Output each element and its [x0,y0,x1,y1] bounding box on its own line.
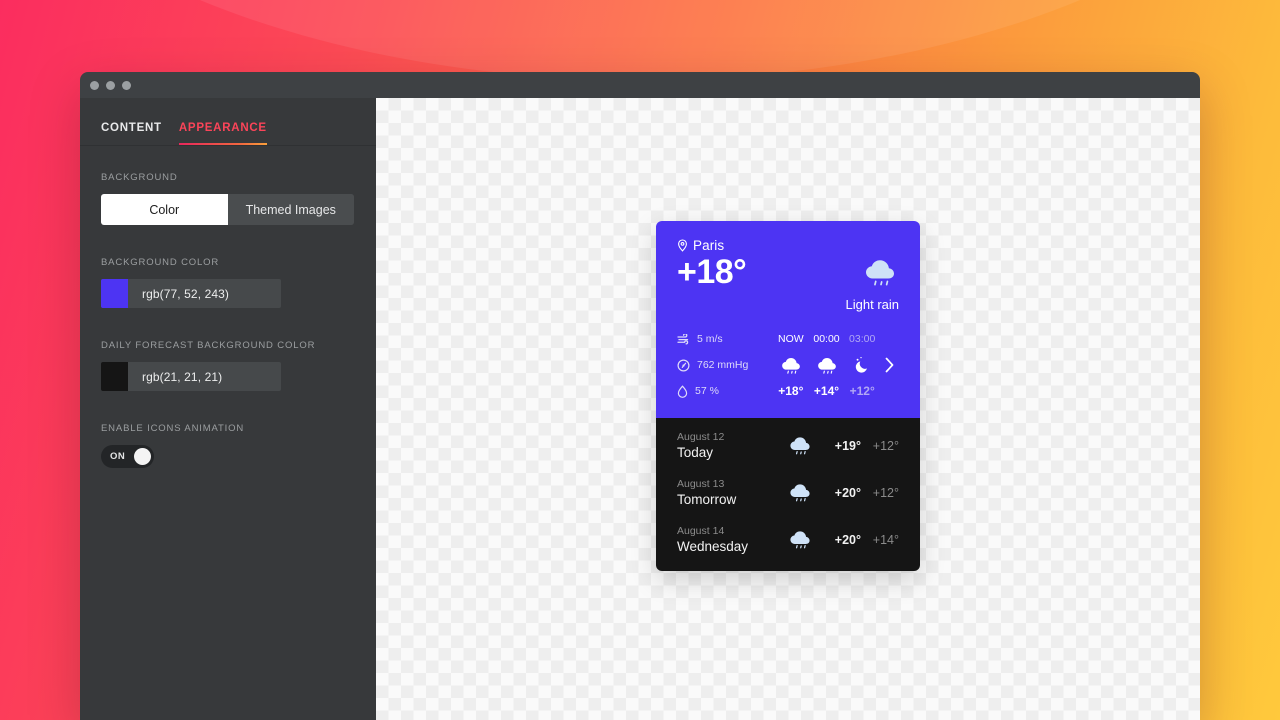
background-label: BACKGROUND [101,172,178,183]
background-type-segmented-control[interactable]: Color Themed Images [101,194,354,225]
widget-current-section: Paris +18° Light rain 5 m/s 762 mmHg 57 … [656,221,920,418]
day-name: Tomorrow [677,492,737,507]
daily-forecast-color-value: rgb(21, 21, 21) [142,369,223,384]
weather-widget[interactable]: Paris +18° Light rain 5 m/s 762 mmHg 57 … [656,221,920,571]
metric-humidity-value: 57 % [695,385,719,397]
hour-icon-wrapper [853,352,872,378]
window-maximize-button[interactable] [122,80,131,90]
hour-time: 00:00 [813,333,840,345]
day-high-temperature: +20° [834,485,861,500]
metric-wind: 5 m/s [677,326,773,352]
widget-hourly-forecast: 5 m/s 762 mmHg 57 % NOW +18° 00:00 +14° … [677,326,899,404]
hour-column-0000[interactable]: 00:00 +14° [809,326,845,404]
segment-color[interactable]: Color [101,194,228,225]
pressure-icon [677,358,690,372]
location-pin-icon [678,239,687,252]
widget-hour-columns: NOW +18° 00:00 +14° 03:00 +12° [773,326,880,404]
day-high-temperature: +20° [834,532,861,547]
rain-cloud-icon [790,531,810,549]
day-labels: August 13 Tomorrow [677,478,779,507]
rain-cloud-icon [817,357,836,374]
widget-metrics-column: 5 m/s 762 mmHg 57 % [677,326,773,404]
daily-forecast-color-swatch[interactable] [101,362,128,391]
rain-cloud-icon [781,357,800,374]
moon-icon [855,356,867,373]
table-row[interactable]: August 14 Wednesday +20° +14° [656,516,920,563]
hour-column-now[interactable]: NOW +18° [773,326,809,404]
day-date: August 13 [677,478,725,490]
widget-current-temperature: +18° [677,253,747,291]
day-low-temperature: +12° [872,438,899,453]
rain-cloud-icon [790,437,810,455]
daily-forecast-background-color-field[interactable]: rgb(21, 21, 21) [101,362,281,391]
window-close-button[interactable] [90,80,99,90]
hour-temperature: +18° [778,384,804,398]
widget-city-name: Paris [693,238,725,253]
tab-content[interactable]: CONTENT [101,122,162,145]
day-name: Today [677,445,714,460]
settings-sidebar: CONTENT APPEARANCE BACKGROUND Color Them… [80,98,376,720]
rain-cloud-icon [866,260,894,286]
background-arc-decoration [0,0,1280,80]
widget-condition-text: Light rain [845,297,899,312]
day-icon-wrapper [779,528,821,551]
hour-temperature: +14° [813,384,840,398]
metric-pressure-value: 762 mmHg [697,359,749,371]
background-color-swatch[interactable] [101,279,128,308]
day-labels: August 14 Wednesday [677,525,779,554]
widget-condition-block: Light rain [846,254,899,312]
enable-icons-animation-label: ENABLE ICONS ANIMATION [101,423,245,434]
hour-column-0300[interactable]: 03:00 +12° [844,326,880,404]
day-low-temperature: +14° [872,532,899,547]
tab-appearance[interactable]: APPEARANCE [178,122,267,145]
hour-temperature: +12° [849,384,875,398]
humidity-icon [677,384,688,398]
background-color-value: rgb(77, 52, 243) [142,286,229,301]
day-icon-wrapper [779,434,821,457]
preview-canvas: Paris +18° Light rain 5 m/s 762 mmHg 57 … [376,98,1200,720]
day-date: August 12 [677,431,725,443]
day-icon-wrapper [779,481,821,504]
metric-wind-value: 5 m/s [697,333,723,345]
day-low-temperature: +12° [872,485,899,500]
window-body: CONTENT APPEARANCE BACKGROUND Color Them… [80,98,1200,720]
widget-temperature-row: +18° Light rain [677,253,899,312]
appearance-panel: BACKGROUND Color Themed Images BACKGROUN… [80,146,376,468]
wind-icon [677,333,689,345]
desktop-background: CONTENT APPEARANCE BACKGROUND Color Them… [0,0,1280,720]
day-labels: August 12 Today [677,431,779,460]
toggle-state-label: ON [110,451,126,462]
day-name: Wednesday [677,539,749,554]
day-date: August 14 [677,525,725,537]
hour-time: NOW [778,333,804,345]
table-row[interactable]: August 12 Today +19° +12° [656,422,920,469]
daily-forecast-background-color-label: DAILY FORECAST BACKGROUND COLOR [101,340,316,351]
window-minimize-button[interactable] [106,80,115,90]
app-window: CONTENT APPEARANCE BACKGROUND Color Them… [80,72,1200,720]
background-color-field[interactable]: rgb(77, 52, 243) [101,279,281,308]
widget-location-row: Paris [677,238,899,253]
enable-icons-animation-toggle[interactable]: ON [101,445,154,468]
hour-icon-wrapper [779,352,803,378]
hour-icon-wrapper [815,352,839,378]
toggle-knob[interactable] [134,448,151,465]
day-high-temperature: +19° [834,438,861,453]
table-row[interactable]: August 13 Tomorrow +20° +12° [656,469,920,516]
background-color-label: BACKGROUND COLOR [101,257,220,268]
sidebar-tabs: CONTENT APPEARANCE [80,98,376,146]
chevron-right-icon [885,357,894,373]
hour-time: 03:00 [849,333,876,345]
hourly-next-button[interactable] [880,326,899,404]
window-titlebar [80,72,1200,98]
segment-themed-images[interactable]: Themed Images [227,194,354,225]
metric-humidity: 57 % [677,378,773,404]
widget-daily-forecast: August 12 Today +19° +12° August 13 Tomo… [656,418,920,571]
metric-pressure: 762 mmHg [677,352,773,378]
rain-cloud-icon [790,484,810,502]
